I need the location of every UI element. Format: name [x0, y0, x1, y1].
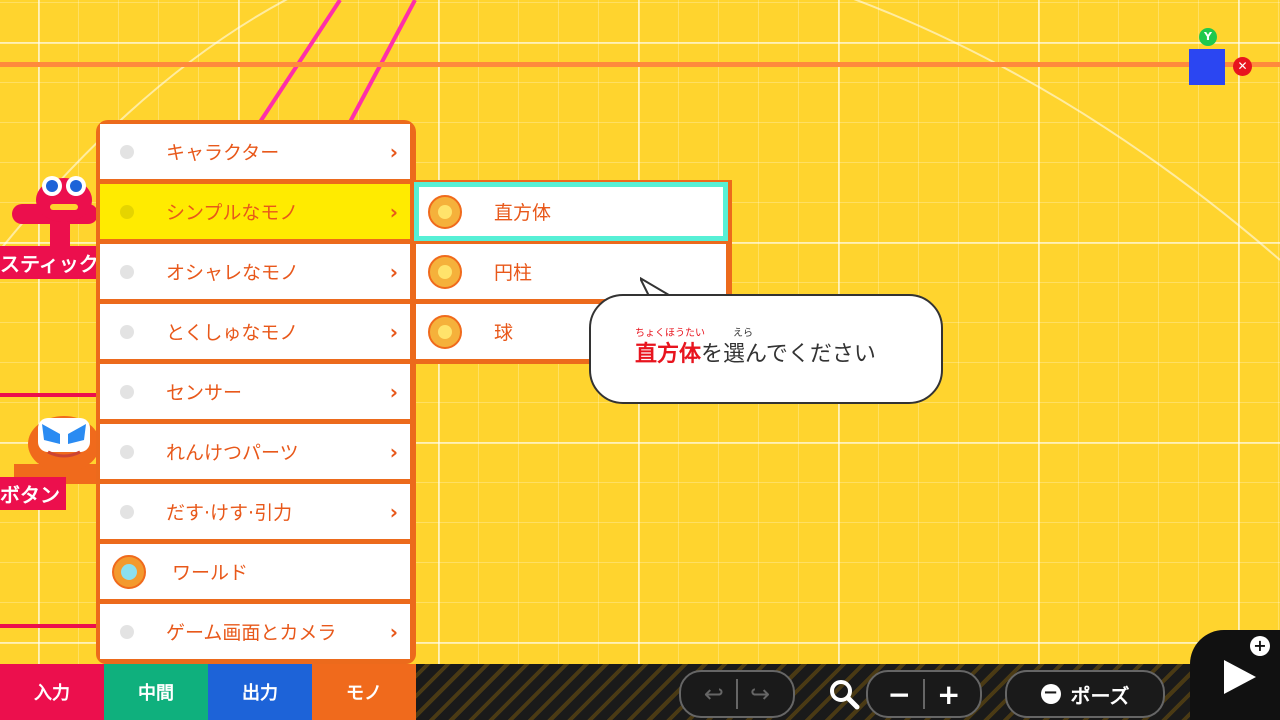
radio-dot — [120, 324, 134, 339]
orange-guide-line — [0, 62, 1280, 67]
radio-dot — [120, 264, 134, 279]
undo-redo-control: ↩ ↪ — [679, 670, 795, 718]
play-button[interactable]: + — [1190, 630, 1280, 720]
stick-node-icon[interactable] — [10, 170, 100, 250]
world-icon — [112, 554, 146, 589]
tab-input[interactable]: 入力 — [0, 664, 104, 720]
menu-item-sensor[interactable]: センサー › — [100, 364, 410, 419]
tab-output[interactable]: 出力 — [208, 664, 312, 720]
button-node-label: ボタン — [0, 477, 66, 510]
zoom-search-icon — [830, 680, 860, 710]
instruction-text: 直方体を選んでください — [635, 342, 876, 367]
bottom-category-tabs: 入力 中間 出力 モノ — [0, 664, 416, 720]
tab-objects[interactable]: モノ — [312, 664, 416, 720]
chevron-right-icon: › — [389, 319, 398, 344]
button-node-icon[interactable] — [14, 408, 100, 484]
chevron-right-icon: › — [389, 139, 398, 164]
zoom-control: − + — [866, 670, 982, 718]
tab-middle[interactable]: 中間 — [104, 664, 208, 720]
menu-item-simple-objects[interactable]: シンプルなモノ › — [100, 184, 410, 239]
chevron-right-icon: › — [389, 499, 398, 524]
menu-item-character[interactable]: キャラクター › — [100, 124, 410, 179]
radio-dot — [120, 144, 134, 159]
blue-cube-object[interactable] — [1189, 49, 1225, 85]
wire-line — [258, 0, 342, 124]
category-menu: キャラクター › シンプルなモノ › オシャレなモノ › とくしゅなモノ › セ… — [96, 120, 416, 664]
plus-button-icon: + — [1250, 636, 1270, 656]
redo-icon[interactable]: ↪ — [750, 680, 770, 708]
radio-dot — [120, 204, 134, 219]
minus-button-icon: − — [1040, 684, 1061, 704]
close-icon[interactable]: ✕ — [1233, 57, 1252, 76]
instruction-speech-bubble: ちょくほうたい えら 直方体を選んでください — [589, 294, 943, 404]
radio-dot — [120, 504, 134, 519]
menu-item-world[interactable]: ワールド — [100, 544, 410, 599]
radio-dot — [120, 624, 134, 639]
menu-item-game-screen-camera[interactable]: ゲーム画面とカメラ › — [100, 604, 410, 659]
chevron-right-icon: › — [389, 439, 398, 464]
pause-button[interactable]: − ポーズ — [1005, 670, 1165, 718]
submenu-item-cuboid[interactable]: 直方体 — [414, 182, 728, 241]
chevron-right-icon: › — [389, 259, 398, 284]
chevron-right-icon: › — [389, 379, 398, 404]
chevron-right-icon: › — [389, 619, 398, 644]
sphere-nodon-icon — [428, 314, 462, 349]
menu-item-special-objects[interactable]: とくしゅなモノ › — [100, 304, 410, 359]
stick-node-label: スティック — [0, 246, 105, 279]
radio-dot — [120, 444, 134, 459]
cylinder-nodon-icon — [428, 254, 462, 289]
undo-icon[interactable]: ↩ — [704, 680, 724, 708]
radio-dot — [120, 384, 134, 399]
cuboid-nodon-icon — [428, 194, 462, 229]
play-icon — [1224, 660, 1256, 694]
menu-item-connector-parts[interactable]: れんけつパーツ › — [100, 424, 410, 479]
chevron-right-icon: › — [389, 199, 398, 224]
zoom-out-button[interactable]: − — [888, 678, 911, 711]
y-button-icon: Y — [1199, 28, 1217, 46]
zoom-in-button[interactable]: + — [937, 678, 960, 711]
wire-line — [348, 0, 417, 123]
menu-item-spawn-despawn-gravity[interactable]: だす·けす·引力 › — [100, 484, 410, 539]
menu-item-fancy-objects[interactable]: オシャレなモノ › — [100, 244, 410, 299]
